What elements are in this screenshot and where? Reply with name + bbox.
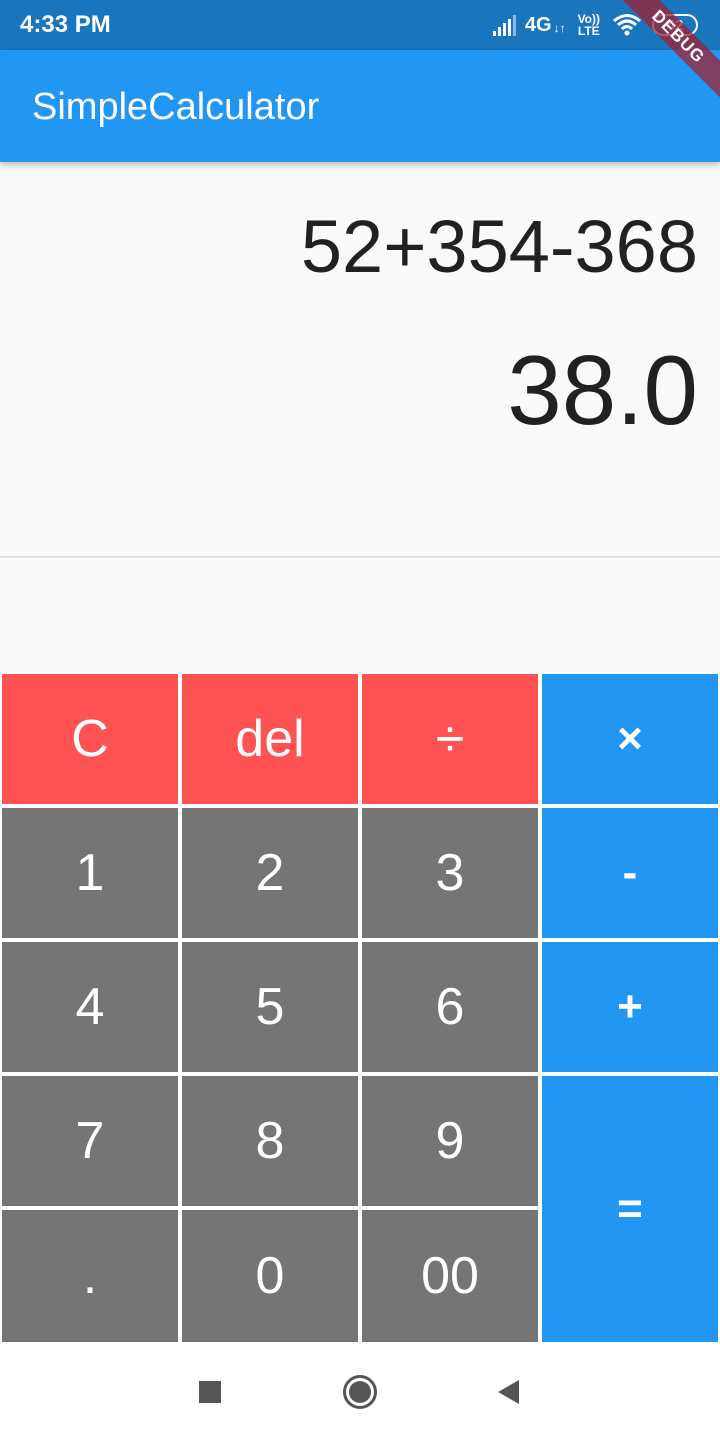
digit-1-button[interactable]: 1 <box>0 806 180 940</box>
digit-7-button[interactable]: 7 <box>0 1074 180 1208</box>
display-divider <box>0 556 720 558</box>
digit-4-button[interactable]: 4 <box>0 940 180 1074</box>
keypad: C del ÷ × 1 2 3 - 4 5 6 + 7 8 9 = . 0 00 <box>0 672 720 1344</box>
digit-9-button[interactable]: 9 <box>360 1074 540 1208</box>
minus-button[interactable]: - <box>540 806 720 940</box>
digit-8-button[interactable]: 8 <box>180 1074 360 1208</box>
app-bar: SimpleCalculator <box>0 50 720 162</box>
status-time: 4:33 PM <box>20 11 111 38</box>
digit-5-button[interactable]: 5 <box>180 940 360 1074</box>
multiply-button[interactable]: × <box>540 672 720 806</box>
status-bar: 4:33 PM 4G ↓↑ Vo)) LTE 42 <box>0 0 720 50</box>
calculator-display: 52+354-368 38.0 <box>0 162 720 557</box>
network-activity-icon: ↓↑ <box>553 21 566 35</box>
result-text: 38.0 <box>507 335 698 445</box>
back-button[interactable] <box>490 1374 526 1410</box>
clear-button[interactable]: C <box>0 672 180 806</box>
digit-6-button[interactable]: 6 <box>360 940 540 1074</box>
recents-square-icon <box>199 1381 221 1403</box>
recents-button[interactable] <box>192 1374 228 1410</box>
plus-button[interactable]: + <box>540 940 720 1074</box>
home-button[interactable] <box>342 1374 378 1410</box>
home-circle-icon <box>343 1375 377 1409</box>
volte-bottom-label: LTE <box>577 24 600 38</box>
system-nav-bar <box>0 1344 720 1440</box>
app-title: SimpleCalculator <box>32 86 320 128</box>
digit-3-button[interactable]: 3 <box>360 806 540 940</box>
decimal-point-button[interactable]: . <box>0 1208 180 1344</box>
digit-0-button[interactable]: 0 <box>180 1208 360 1344</box>
digit-2-button[interactable]: 2 <box>180 806 360 940</box>
signal-icon <box>492 15 516 36</box>
double-zero-button[interactable]: 00 <box>360 1208 540 1344</box>
expression-text: 52+354-368 <box>300 205 698 288</box>
calculator-screen: 4:33 PM 4G ↓↑ Vo)) LTE 42 <box>0 0 720 1440</box>
delete-button[interactable]: del <box>180 672 360 806</box>
volte-indicator: Vo)) LTE <box>578 13 600 37</box>
divide-button[interactable]: ÷ <box>360 672 540 806</box>
wifi-icon <box>613 14 641 36</box>
equals-button[interactable]: = <box>540 1074 720 1344</box>
back-triangle-icon <box>498 1380 519 1404</box>
network-type-label: 4G <box>524 13 552 36</box>
